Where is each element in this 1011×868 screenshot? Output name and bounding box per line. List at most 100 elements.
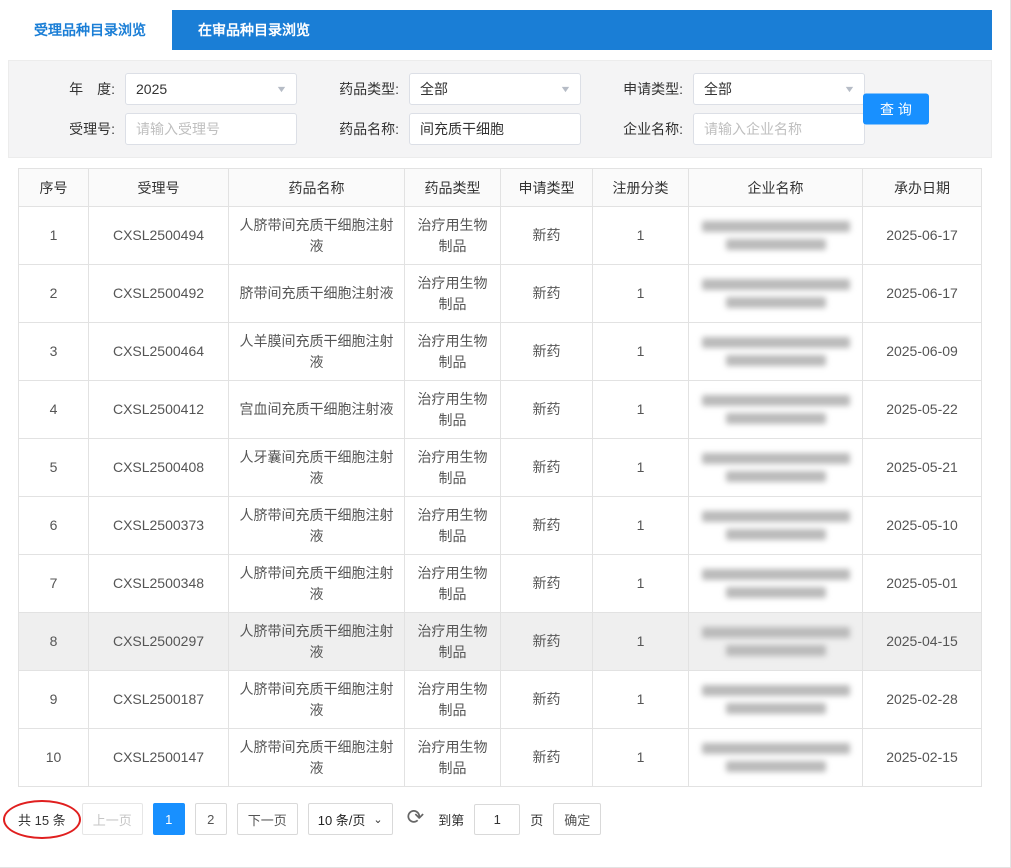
filter-item-drug-name: 药品名称: [321,113,581,145]
drug-type-select[interactable]: 全部 ▼ [409,73,581,105]
page-button-1[interactable]: 1 [153,803,185,835]
table-row[interactable]: 5 CXSL2500408 人牙囊间充质干细胞注射液 治疗用生物制品 新药 1 … [19,439,982,497]
redacted-company-name [697,569,854,598]
cell-no: 4 [19,381,89,439]
company-input-box [693,113,865,145]
results-table-wrap: 序号 受理号 药品名称 药品类型 申请类型 注册分类 企业名称 承办日期 1 C… [18,168,982,787]
goto-page-suffix: 页 [530,810,543,829]
cell-acceptance-no: CXSL2500147 [89,729,229,787]
drug-name-input-box [409,113,581,145]
drug-name-input[interactable] [420,121,570,137]
header-apply-type: 申请类型 [501,169,593,207]
apply-type-select[interactable]: 全部 ▼ [693,73,865,105]
goto-page-prefix: 到第 [438,810,464,829]
redacted-company-name [697,743,854,772]
cell-date: 2025-06-17 [863,207,982,265]
filter-item-year: 年 度: 2025 ▼ [37,73,297,105]
redacted-company-name [697,511,854,540]
header-acceptance-no: 受理号 [89,169,229,207]
cell-apply-type: 新药 [501,323,593,381]
page-button-2[interactable]: 2 [195,803,227,835]
cell-reg-class: 1 [593,497,689,555]
cell-reg-class: 1 [593,671,689,729]
goto-confirm-button[interactable]: 确定 [553,803,601,835]
table-row[interactable]: 3 CXSL2500464 人羊膜间充质干细胞注射液 治疗用生物制品 新药 1 … [19,323,982,381]
table-row[interactable]: 4 CXSL2500412 宫血间充质干细胞注射液 治疗用生物制品 新药 1 2… [19,381,982,439]
cell-acceptance-no: CXSL2500187 [89,671,229,729]
refresh-icon[interactable]: ⟳ [407,807,425,831]
cell-reg-class: 1 [593,555,689,613]
chevron-down-icon: ▼ [275,84,287,94]
cell-date: 2025-04-15 [863,613,982,671]
cell-acceptance-no: CXSL2500373 [89,497,229,555]
prev-page-button[interactable]: 上一页 [82,803,143,835]
cell-acceptance-no: CXSL2500408 [89,439,229,497]
company-input[interactable] [704,121,854,137]
cell-company-redacted [689,497,863,555]
cell-reg-class: 1 [593,613,689,671]
search-button[interactable]: 查 询 [863,94,929,125]
cell-apply-type: 新药 [501,381,593,439]
cell-drug-name: 人脐带间充质干细胞注射液 [229,207,405,265]
filter-item-apply-type: 申请类型: 全部 ▼ [605,73,865,105]
cell-drug-name: 人脐带间充质干细胞注射液 [229,671,405,729]
cell-acceptance-no: CXSL2500412 [89,381,229,439]
cell-apply-type: 新药 [501,265,593,323]
table-row[interactable]: 8 CXSL2500297 人脐带间充质干细胞注射液 治疗用生物制品 新药 1 … [19,613,982,671]
cell-drug-name: 人脐带间充质干细胞注射液 [229,613,405,671]
acceptance-no-input[interactable] [136,121,286,137]
cell-reg-class: 1 [593,265,689,323]
cell-apply-type: 新药 [501,207,593,265]
table-row[interactable]: 1 CXSL2500494 人脐带间充质干细胞注射液 治疗用生物制品 新药 1 … [19,207,982,265]
table-body: 1 CXSL2500494 人脐带间充质干细胞注射液 治疗用生物制品 新药 1 … [19,207,982,787]
filter-item-drug-type: 药品类型: 全部 ▼ [321,73,581,105]
cell-drug-type: 治疗用生物制品 [405,613,501,671]
cell-apply-type: 新药 [501,555,593,613]
apply-type-label: 申请类型: [605,79,683,99]
cell-company-redacted [689,207,863,265]
cell-drug-type: 治疗用生物制品 [405,671,501,729]
cell-no: 9 [19,671,89,729]
table-header-row: 序号 受理号 药品名称 药品类型 申请类型 注册分类 企业名称 承办日期 [19,169,982,207]
cell-drug-type: 治疗用生物制品 [405,381,501,439]
year-label: 年 度: [37,79,115,99]
drug-type-label: 药品类型: [321,79,399,99]
cell-apply-type: 新药 [501,439,593,497]
page-size-select[interactable]: 10 条/页 ⌄ [308,803,393,835]
redacted-company-name [697,685,854,714]
drug-name-label: 药品名称: [321,119,399,139]
header-drug-type: 药品类型 [405,169,501,207]
filter-row-2: 受理号: 药品名称: 企业名称: [37,113,991,145]
table-row[interactable]: 7 CXSL2500348 人脐带间充质干细胞注射液 治疗用生物制品 新药 1 … [19,555,982,613]
redacted-company-name [697,337,854,366]
table-row[interactable]: 10 CXSL2500147 人脐带间充质干细胞注射液 治疗用生物制品 新药 1… [19,729,982,787]
apply-type-select-value: 全部 [704,79,732,99]
goto-page-input[interactable] [474,804,520,835]
cell-apply-type: 新药 [501,613,593,671]
cell-date: 2025-05-01 [863,555,982,613]
cell-reg-class: 1 [593,439,689,497]
cell-date: 2025-05-22 [863,381,982,439]
header-reg-class: 注册分类 [593,169,689,207]
cell-drug-type: 治疗用生物制品 [405,323,501,381]
filter-row-1: 年 度: 2025 ▼ 药品类型: 全部 ▼ 申请类型: 全部 ▼ [37,73,991,105]
cell-drug-type: 治疗用生物制品 [405,555,501,613]
cell-acceptance-no: CXSL2500494 [89,207,229,265]
table-row[interactable]: 9 CXSL2500187 人脐带间充质干细胞注射液 治疗用生物制品 新药 1 … [19,671,982,729]
cell-apply-type: 新药 [501,497,593,555]
pagination-bar: 共 15 条 上一页 1 2 下一页 10 条/页 ⌄ ⟳ 到第 页 确定 [12,803,992,835]
redacted-company-name [697,395,854,424]
table-row[interactable]: 2 CXSL2500492 脐带间充质干细胞注射液 治疗用生物制品 新药 1 2… [19,265,982,323]
tab-accepted-catalog[interactable]: 受理品种目录浏览 [8,10,172,50]
cell-drug-type: 治疗用生物制品 [405,497,501,555]
cell-reg-class: 1 [593,323,689,381]
cell-no: 2 [19,265,89,323]
cell-no: 3 [19,323,89,381]
next-page-button[interactable]: 下一页 [237,803,298,835]
cell-company-redacted [689,439,863,497]
page: 受理品种目录浏览 在审品种目录浏览 年 度: 2025 ▼ 药品类型: 全部 ▼… [0,0,1011,868]
filter-panel: 年 度: 2025 ▼ 药品类型: 全部 ▼ 申请类型: 全部 ▼ [8,60,992,158]
year-select[interactable]: 2025 ▼ [125,73,297,105]
tab-under-review-catalog[interactable]: 在审品种目录浏览 [172,10,336,50]
table-row[interactable]: 6 CXSL2500373 人脐带间充质干细胞注射液 治疗用生物制品 新药 1 … [19,497,982,555]
